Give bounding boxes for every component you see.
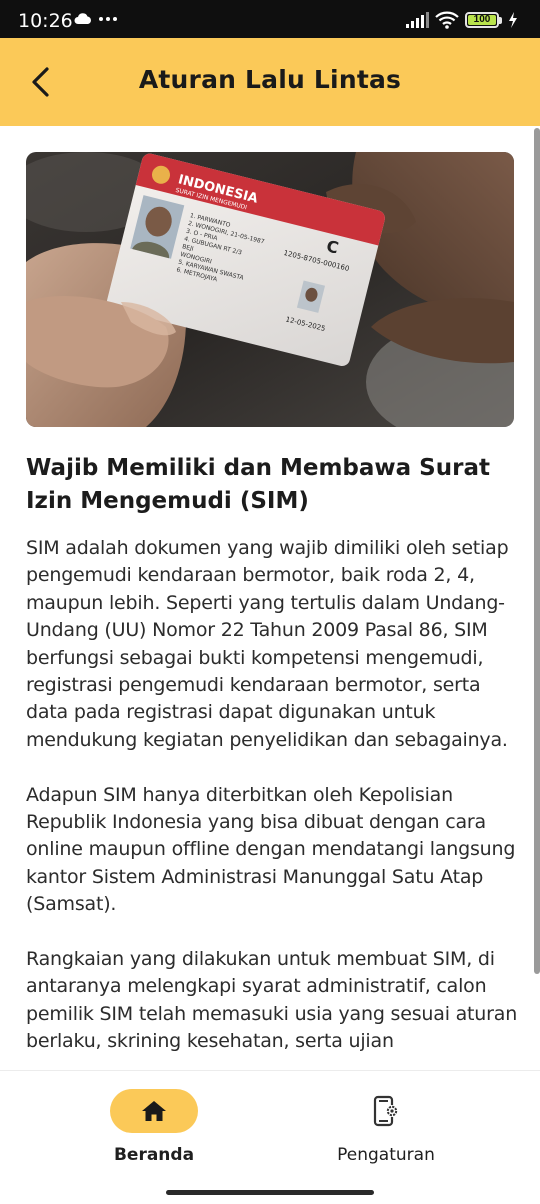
content-fade xyxy=(0,1062,540,1070)
battery-level: 100 xyxy=(468,15,496,25)
status-bar: 10:26 100 xyxy=(0,0,540,38)
scrollbar[interactable] xyxy=(534,128,540,974)
article-title: Wajib Memiliki dan Membawa Surat Izin Me… xyxy=(26,455,490,514)
nav-label-pengaturan: Pengaturan xyxy=(337,1145,435,1165)
signal-icon xyxy=(406,12,429,28)
battery-icon: 100 xyxy=(465,12,502,28)
nav-active-indicator xyxy=(110,1089,198,1133)
article-paragraph: Rangkaian yang dilakukan untuk membuat S… xyxy=(26,948,518,1053)
phone-settings-icon xyxy=(373,1095,398,1127)
article-paragraph: Adapun SIM hanya diterbitkan oleh Kepoli… xyxy=(26,783,516,916)
article-body: SIM adalah dokumen yang wajib dimiliki o… xyxy=(26,535,520,1070)
nav-item-beranda[interactable]: Beranda xyxy=(54,1089,254,1165)
status-time: 10:26 xyxy=(18,10,73,32)
article-content[interactable]: INDONESIA SURAT IZIN MENGEMUDI C 1205-87… xyxy=(0,126,540,1070)
status-notification-icons xyxy=(74,13,118,25)
home-icon xyxy=(142,1101,166,1121)
cloud-icon xyxy=(74,13,91,24)
wifi-icon xyxy=(435,11,459,29)
nav-icon-container xyxy=(342,1089,430,1133)
nav-label-beranda: Beranda xyxy=(113,1145,195,1165)
app-bar: Aturan Lalu Lintas xyxy=(0,38,540,126)
article-paragraph: SIM adalah dokumen yang wajib dimiliki o… xyxy=(26,537,509,751)
bottom-navigation: Beranda Pengaturan xyxy=(0,1070,540,1204)
article-image: INDONESIA SURAT IZIN MENGEMUDI C 1205-87… xyxy=(26,152,514,427)
more-dots-icon xyxy=(99,17,117,21)
nav-item-pengaturan[interactable]: Pengaturan xyxy=(286,1089,486,1165)
home-indicator[interactable] xyxy=(166,1190,374,1195)
charging-icon xyxy=(509,12,517,28)
page-title: Aturan Lalu Lintas xyxy=(138,65,402,94)
status-system-icons: 100 xyxy=(405,11,518,29)
